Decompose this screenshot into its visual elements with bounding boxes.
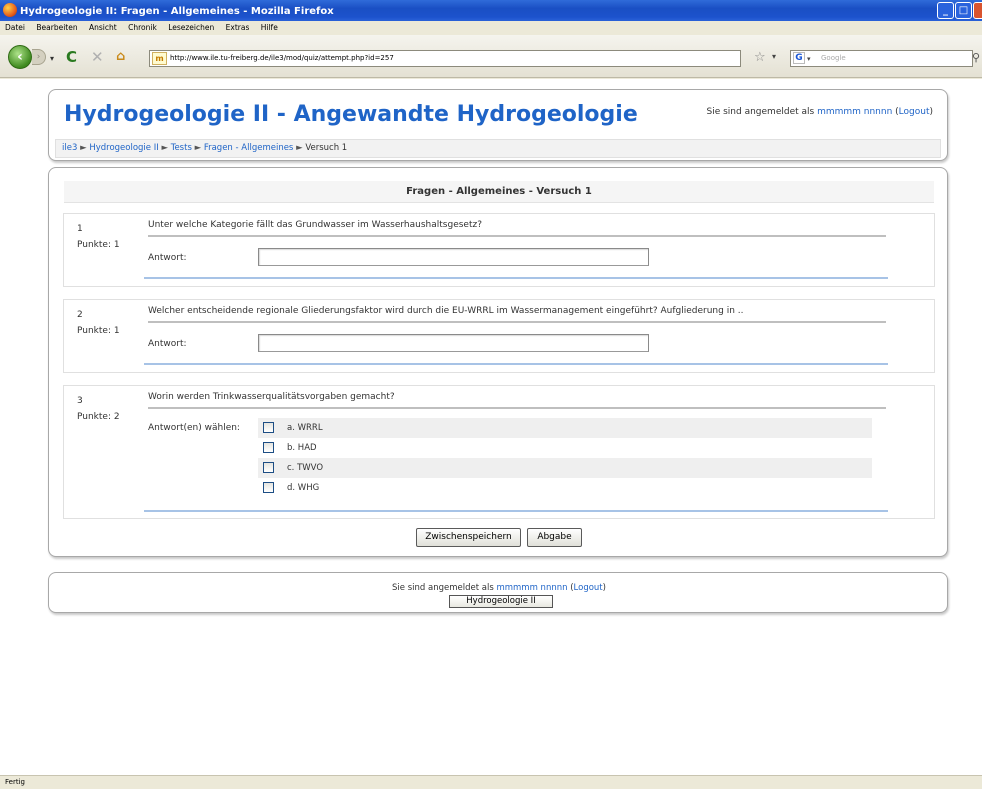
course-home-button[interactable]: Hydrogeologie II (449, 595, 553, 608)
answer-input-1[interactable] (258, 248, 649, 266)
search-placeholder: Google (821, 54, 846, 62)
window-title-bar: Hydrogeologie II: Fragen - Allgemeines -… (0, 0, 982, 21)
option-checkbox[interactable] (263, 482, 274, 493)
footer-login-prefix: Sie sind angemeldet als (392, 583, 497, 593)
answer-label: Antwort: (148, 253, 187, 263)
history-dropdown-icon[interactable]: ▾ (50, 51, 54, 67)
breadcrumb-separator-icon: ► (194, 143, 202, 153)
option-b[interactable]: b. HAD (258, 438, 872, 458)
option-label: a. WRRL (287, 423, 323, 433)
search-engine-dropdown-icon[interactable]: ▾ (807, 52, 811, 67)
page-title: Hydrogeologie II - Angewandte Hydrogeolo… (64, 102, 638, 127)
question-2: 2 Punkte: 1 Welcher entscheidende region… (63, 299, 935, 373)
page-content: Hydrogeologie II - Angewandte Hydrogeolo… (0, 79, 982, 775)
search-icon[interactable]: ⚲ (972, 51, 980, 64)
menu-hilfe[interactable]: Hilfe (261, 23, 278, 32)
login-prefix: Sie sind angemeldet als (706, 107, 818, 117)
option-label: b. HAD (287, 443, 317, 453)
question-points: Punkte: 1 (77, 240, 120, 250)
url-text: http://www.ile.tu-freiberg.de/ile3/mod/q… (170, 54, 394, 62)
question-text: Welcher entscheidende regionale Gliederu… (148, 306, 886, 323)
breadcrumb-course[interactable]: Hydrogeologie II (89, 143, 158, 153)
bookmark-star-icon[interactable]: ☆ (754, 50, 766, 65)
save-button[interactable]: Zwischenspeichern (416, 528, 521, 547)
quiz-title: Fragen - Allgemeines - Versuch 1 (64, 181, 934, 203)
stop-icon[interactable]: ✕ (91, 49, 104, 65)
menu-datei[interactable]: Datei (5, 23, 25, 32)
quiz-panel: Fragen - Allgemeines - Versuch 1 1 Punkt… (48, 167, 948, 557)
question-divider (144, 277, 888, 279)
question-divider (144, 510, 888, 512)
reload-icon[interactable]: C (66, 49, 77, 65)
maximize-button[interactable]: □ (955, 2, 972, 19)
menu-bar: Datei Bearbeiten Ansicht Chronik Lesezei… (0, 21, 982, 35)
menu-chronik[interactable]: Chronik (128, 23, 157, 32)
footer-panel: Sie sind angemeldet als mmmmm nnnnn (Log… (48, 572, 948, 613)
question-3: 3 Punkte: 2 Worin werden Trinkwasserqual… (63, 385, 935, 519)
submit-button[interactable]: Abgabe (527, 528, 582, 547)
breadcrumb-separator-icon: ► (161, 143, 168, 153)
option-checkbox[interactable] (263, 462, 274, 473)
question-text: Unter welche Kategorie fällt das Grundwa… (148, 220, 886, 237)
option-label: c. TWVO (287, 463, 324, 473)
breadcrumb-tests[interactable]: Tests (171, 143, 192, 153)
navigation-toolbar: ‹ › ▾ C ✕ ⌂ m http://www.ile.tu-freiberg… (0, 35, 982, 78)
logout-link[interactable]: Logout (899, 107, 930, 117)
breadcrumb-attempt: Versuch 1 (305, 143, 348, 153)
footer-logout-link[interactable]: Logout (574, 583, 603, 593)
menu-bearbeiten[interactable]: Bearbeiten (36, 23, 77, 32)
question-number: 1 (77, 224, 83, 234)
menu-ansicht[interactable]: Ansicht (89, 23, 117, 32)
url-bar[interactable]: m http://www.ile.tu-freiberg.de/ile3/mod… (149, 50, 741, 67)
breadcrumb-quiz[interactable]: Fragen - Allgemeines (204, 143, 294, 153)
option-c[interactable]: c. TWVO (258, 458, 872, 478)
footer-login-info: Sie sind angemeldet als mmmmm nnnnn (Log… (392, 583, 606, 593)
option-checkbox[interactable] (263, 442, 274, 453)
minimize-button[interactable]: _ (937, 2, 954, 19)
breadcrumb-separator-icon: ► (80, 143, 87, 153)
menu-lesezeichen[interactable]: Lesezeichen (168, 23, 214, 32)
answer-label: Antwort(en) wählen: (148, 423, 240, 433)
back-button[interactable]: ‹ (8, 45, 32, 69)
window-title: Hydrogeologie II: Fragen - Allgemeines -… (20, 6, 334, 17)
google-icon[interactable]: G (793, 52, 805, 64)
menu-extras[interactable]: Extras (226, 23, 250, 32)
question-points: Punkte: 2 (77, 412, 120, 422)
answer-label: Antwort: (148, 339, 187, 349)
status-bar: Fertig (0, 775, 982, 789)
question-text: Worin werden Trinkwasserqualitätsvorgabe… (148, 392, 886, 409)
question-number: 3 (77, 396, 83, 406)
option-d[interactable]: d. WHG (258, 478, 872, 498)
question-1: 1 Punkte: 1 Unter welche Kategorie fällt… (63, 213, 935, 287)
firefox-icon (3, 3, 17, 17)
header-panel: Hydrogeologie II - Angewandte Hydrogeolo… (48, 89, 948, 161)
user-link[interactable]: mmmmm nnnnn (817, 107, 892, 117)
question-divider (144, 363, 888, 365)
site-favicon: m (152, 52, 167, 65)
option-label: d. WHG (287, 483, 320, 493)
forward-button[interactable]: › (32, 49, 46, 65)
close-button[interactable] (973, 2, 982, 19)
answer-input-2[interactable] (258, 334, 649, 352)
breadcrumb-separator-icon: ► (296, 143, 303, 153)
footer-user-link[interactable]: mmmmm nnnnn (496, 583, 567, 593)
home-icon[interactable]: ⌂ (116, 49, 125, 65)
breadcrumb-ile3[interactable]: ile3 (62, 143, 77, 153)
breadcrumb: ile3 ► Hydrogeologie II ► Tests ► Fragen… (55, 139, 941, 158)
option-a[interactable]: a. WRRL (258, 418, 872, 438)
question-points: Punkte: 1 (77, 326, 120, 336)
search-box[interactable]: G ▾ Google (790, 50, 973, 67)
question-number: 2 (77, 310, 83, 320)
option-checkbox[interactable] (263, 422, 274, 433)
url-dropdown-icon[interactable]: ▾ (772, 52, 776, 61)
login-info: Sie sind angemeldet als mmmmm nnnnn (Log… (706, 107, 934, 117)
